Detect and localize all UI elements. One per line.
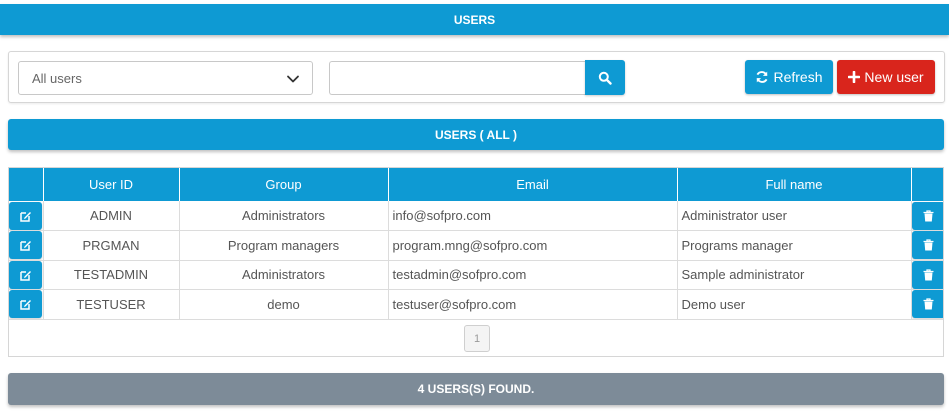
column-header-group[interactable]: Group: [179, 168, 389, 201]
delete-button[interactable]: [911, 290, 943, 319]
cell-group: Program managers: [179, 230, 389, 260]
new-user-button[interactable]: New user: [837, 60, 935, 94]
cell-email: program.mng@sofpro.com: [388, 230, 678, 260]
toolbar: All users Refresh New user: [8, 51, 945, 103]
edit-button[interactable]: [9, 231, 42, 260]
cell-user-id: PRGMAN: [43, 230, 180, 260]
delete-button[interactable]: [911, 231, 943, 260]
table-row[interactable]: TESTADMIN Administrators testadmin@sofpr…: [9, 260, 943, 290]
edit-icon: [20, 270, 31, 281]
table-header-row: User ID Group Email Full name: [9, 168, 943, 201]
refresh-label: Refresh: [773, 69, 823, 85]
table-row[interactable]: PRGMAN Program managers program.mng@sofp…: [9, 230, 943, 260]
users-table: User ID Group Email Full name ADMIN Admi…: [9, 168, 943, 320]
results-status-bar: 4 USERS(S) FOUND.: [8, 373, 944, 405]
trash-icon: [923, 239, 933, 251]
plus-icon: [848, 71, 861, 83]
delete-button[interactable]: [911, 260, 943, 289]
users-section-header: USERS ( ALL ): [8, 119, 944, 150]
cell-group: Administrators: [179, 260, 389, 290]
cell-user-id: ADMIN: [43, 201, 180, 231]
column-header-full-name[interactable]: Full name: [677, 168, 912, 201]
edit-icon: [20, 241, 31, 251]
refresh-icon: [757, 71, 768, 83]
column-header-edit: [9, 168, 44, 201]
results-count: 4 USERS(S) FOUND.: [417, 382, 535, 396]
search-button[interactable]: [585, 60, 625, 95]
chevron-down-icon: [287, 75, 299, 83]
search-icon: [598, 71, 612, 85]
cell-group: demo: [179, 289, 389, 319]
cell-email: testuser@sofpro.com: [388, 289, 678, 319]
edit-button[interactable]: [9, 290, 42, 319]
cell-group: Administrators: [179, 201, 389, 231]
column-header-user-id[interactable]: User ID: [43, 168, 180, 201]
cell-full-name: Administrator user: [677, 201, 912, 231]
column-header-email[interactable]: Email: [388, 168, 678, 201]
edit-icon: [20, 300, 31, 310]
edit-button[interactable]: [9, 201, 42, 230]
trash-icon: [923, 298, 933, 310]
cell-email: testadmin@sofpro.com: [388, 260, 678, 290]
search-input[interactable]: [329, 61, 586, 95]
cell-full-name: Demo user: [677, 289, 912, 319]
group-filter-select[interactable]: All users: [18, 61, 313, 95]
edit-icon: [20, 211, 31, 222]
page-header: USERS: [0, 4, 949, 35]
users-table-container: User ID Group Email Full name ADMIN Admi…: [8, 167, 944, 357]
group-filter-value: All users: [32, 70, 82, 86]
cell-user-id: TESTUSER: [43, 289, 180, 319]
refresh-button[interactable]: Refresh: [745, 60, 833, 94]
pagination-page-button[interactable]: 1: [464, 325, 490, 352]
new-user-label: New user: [864, 69, 924, 85]
users-section-title: USERS ( ALL ): [434, 127, 517, 142]
edit-button[interactable]: [9, 260, 42, 289]
cell-user-id: TESTADMIN: [43, 260, 180, 290]
table-row[interactable]: ADMIN Administrators info@sofpro.com Adm…: [9, 201, 943, 231]
cell-full-name: Sample administrator: [677, 260, 912, 290]
column-header-delete: [911, 168, 943, 201]
table-row[interactable]: TESTUSER demo testuser@sofpro.com Demo u…: [9, 289, 943, 319]
page-title: USERS: [453, 12, 496, 27]
delete-button[interactable]: [911, 201, 943, 230]
trash-icon: [923, 269, 933, 281]
trash-icon: [923, 209, 933, 221]
cell-email: info@sofpro.com: [388, 201, 678, 231]
cell-full-name: Programs manager: [677, 230, 912, 260]
